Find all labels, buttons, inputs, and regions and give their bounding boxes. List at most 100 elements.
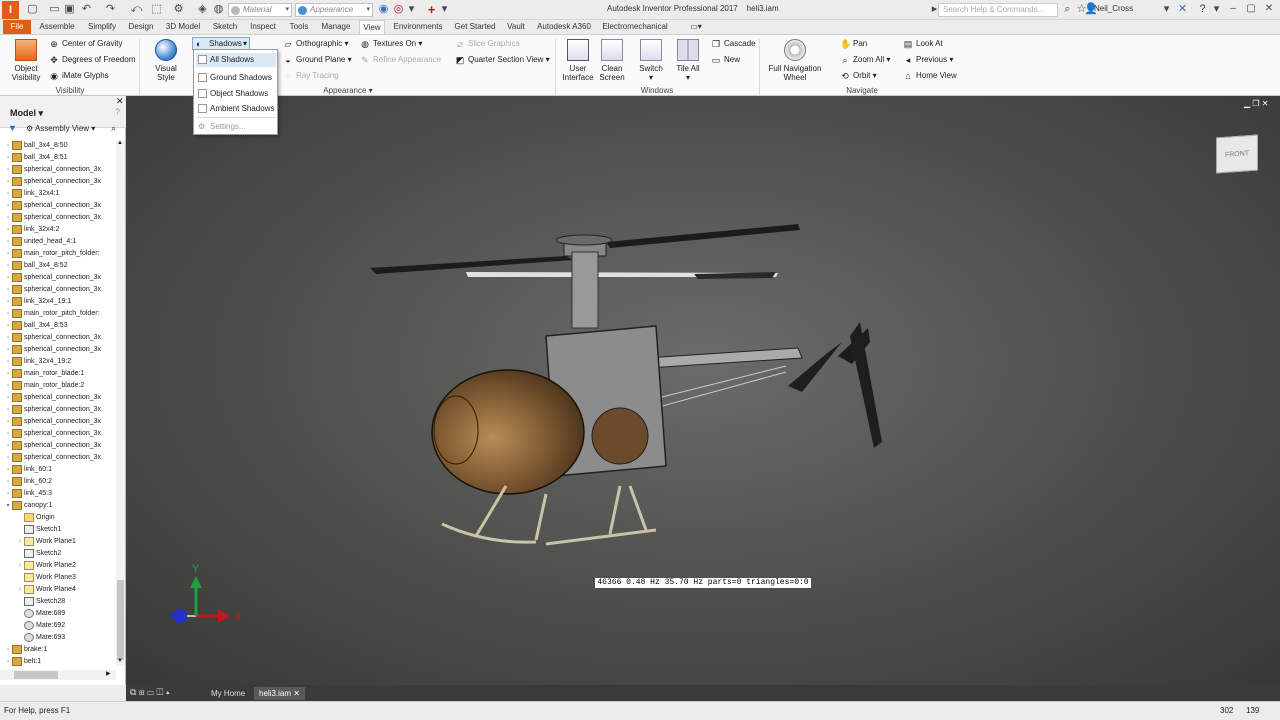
browser-node[interactable]: › Work Plane2 xyxy=(0,560,116,572)
expand-icon[interactable]: › xyxy=(4,164,12,176)
tab-3d-model[interactable]: 3D Model xyxy=(163,20,203,34)
update-icon[interactable]: ⚙ xyxy=(172,3,185,16)
expand-icon[interactable]: › xyxy=(4,644,12,656)
expand-icon[interactable]: › xyxy=(4,464,12,476)
expand-icon[interactable]: › xyxy=(4,428,12,440)
panel-options-icon[interactable]: ▭▾ xyxy=(685,20,707,34)
search-input[interactable]: Search Help & Commands... xyxy=(938,3,1058,17)
customize-icon[interactable]: ▾ xyxy=(438,3,451,16)
object-visibility-button[interactable]: Object Visibility xyxy=(8,39,44,82)
assembly-view-selector[interactable]: ⚙ Assembly View ▾ xyxy=(26,124,95,133)
expand-icon[interactable]: › xyxy=(4,476,12,488)
browser-node[interactable]: › spherical_connection_3x xyxy=(0,392,116,404)
browser-node[interactable]: › spherical_connection_3x xyxy=(0,284,116,296)
browser-node[interactable]: › ball_3x4_8:53 xyxy=(0,320,116,332)
browser-help-icon[interactable]: ? xyxy=(115,107,120,117)
expand-icon[interactable]: › xyxy=(4,452,12,464)
user-menu-icon[interactable]: ▾ xyxy=(1160,3,1173,16)
tile-all-button[interactable]: Tile All ▾ xyxy=(672,39,704,82)
expand-icon[interactable]: › xyxy=(4,236,12,248)
collapse-icon[interactable]: ▾ xyxy=(4,500,12,512)
user-interface-button[interactable]: User Interface xyxy=(560,39,596,82)
select-icon[interactable]: ⬚ xyxy=(150,3,163,16)
redo-icon[interactable]: ↷ xyxy=(104,3,117,16)
horizontal-scrollbar[interactable]: ▶ xyxy=(0,670,116,680)
browser-node[interactable]: › link_60:2 xyxy=(0,476,116,488)
tab-assemble[interactable]: Assemble xyxy=(37,20,77,34)
expand-icon[interactable]: › xyxy=(4,320,12,332)
textures-on-button[interactable]: ◍ Textures On ▾ xyxy=(360,39,422,49)
browser-title[interactable]: Model ▾ xyxy=(10,108,43,119)
browser-node[interactable]: › spherical_connection_3x xyxy=(0,332,116,344)
clear-icon[interactable]: ◎ xyxy=(392,3,405,16)
ray-tracing-button[interactable]: ◌ Ray Tracing xyxy=(283,71,338,81)
expand-icon[interactable]: › xyxy=(4,344,12,356)
tab-simplify[interactable]: Simplify xyxy=(84,20,120,34)
tab-get-started[interactable]: Get Started xyxy=(452,20,498,34)
expand-icon[interactable]: › xyxy=(4,368,12,380)
expand-icon[interactable]: › xyxy=(4,332,12,344)
object-shadows-option[interactable]: Object Shadows xyxy=(198,87,268,101)
look-at-button[interactable]: ▤ Look At xyxy=(903,39,943,49)
browser-node[interactable]: › link_60:1 xyxy=(0,464,116,476)
browser-node[interactable]: › ball_3x4_8:51 xyxy=(0,152,116,164)
tab-vault[interactable]: Vault xyxy=(503,20,529,34)
cascade-button[interactable]: ❐ Cascade xyxy=(711,39,756,49)
browser-node[interactable]: › brake:1 xyxy=(0,644,116,656)
expand-icon[interactable]: › xyxy=(4,224,12,236)
vertical-scrollbar[interactable]: ▲ ▼ xyxy=(116,140,125,666)
tab-file[interactable]: File xyxy=(3,20,31,34)
color-override-icon[interactable]: ◍ xyxy=(212,3,225,16)
tab-my-home[interactable]: My Home xyxy=(206,687,250,700)
switch-button[interactable]: Switch ▾ xyxy=(636,39,666,82)
close-icon[interactable]: ✕ xyxy=(293,689,300,698)
full-navigation-wheel-button[interactable]: Full Navigation Wheel xyxy=(764,39,826,82)
degrees-of-freedom-button[interactable]: ✥ Degrees of Freedom xyxy=(49,55,135,65)
ground-plane-button[interactable]: ◒ Ground Plane ▾ xyxy=(283,55,351,65)
expand-icon[interactable]: › xyxy=(4,308,12,320)
browser-node[interactable]: Sketch28 xyxy=(0,596,116,608)
helicopter-model[interactable]: X Y Z xyxy=(126,96,1280,685)
find-icon[interactable]: ⌕ xyxy=(111,123,116,134)
exchange-icon[interactable]: ✕ xyxy=(1176,3,1189,16)
user-name[interactable]: Neil_Cross xyxy=(1094,4,1133,13)
browser-node[interactable]: › united_head_4:1 xyxy=(0,236,116,248)
browser-node[interactable]: › spherical_connection_3x xyxy=(0,452,116,464)
search-icon[interactable]: ⌕ xyxy=(1061,3,1074,16)
all-shadows-option[interactable]: All Shadows xyxy=(196,53,276,67)
expand-icon[interactable]: › xyxy=(4,296,12,308)
browser-node[interactable]: › link_32x4_19:2 xyxy=(0,356,116,368)
ground-shadows-option[interactable]: Ground Shadows xyxy=(198,71,272,85)
tab-sketch[interactable]: Sketch xyxy=(209,20,241,34)
browser-node[interactable]: › spherical_connection_3x xyxy=(0,164,116,176)
browser-node[interactable]: Mate:693 xyxy=(0,632,116,644)
tab-manage[interactable]: Manage xyxy=(318,20,354,34)
clean-screen-button[interactable]: Clean Screen xyxy=(596,39,628,82)
save-icon[interactable]: ▣ xyxy=(63,3,76,16)
scroll-thumb[interactable] xyxy=(117,580,124,660)
expand-icon[interactable]: › xyxy=(4,404,12,416)
browser-node[interactable]: Mate:692 xyxy=(0,620,116,632)
browser-node[interactable]: › link_32x4:2 xyxy=(0,224,116,236)
browser-node[interactable]: › link_32x4_19:1 xyxy=(0,296,116,308)
browser-node[interactable]: › main_rotor_blade:1 xyxy=(0,368,116,380)
browser-node[interactable]: › spherical_connection_3x xyxy=(0,212,116,224)
tab-tools[interactable]: Tools xyxy=(284,20,314,34)
browser-node[interactable]: › ball_3x4_8:52 xyxy=(0,260,116,272)
browser-node[interactable]: › Work Plane1 xyxy=(0,536,116,548)
imate-glyphs-button[interactable]: ◉ iMate Glyphs xyxy=(49,71,109,81)
browser-node[interactable]: › spherical_connection_3x xyxy=(0,404,116,416)
expand-icon[interactable]: › xyxy=(4,356,12,368)
browser-node[interactable]: Sketch1 xyxy=(0,524,116,536)
properties-icon[interactable]: ◈ xyxy=(196,3,209,16)
browser-node[interactable]: › spherical_connection_3x xyxy=(0,272,116,284)
return-icon[interactable]: ⤺ xyxy=(130,3,143,16)
graphics-viewport[interactable]: ▁ ❐ ✕ FRONT ◎ ✋ ⌕ ⟲ ▤ xyxy=(126,96,1280,685)
slice-graphics-button[interactable]: ⧄ Slice Graphics xyxy=(455,39,519,49)
scroll-up-icon[interactable]: ▲ xyxy=(117,140,123,146)
browser-node[interactable]: › spherical_connection_3x xyxy=(0,176,116,188)
expand-icon[interactable]: › xyxy=(4,176,12,188)
visual-style-button[interactable]: Visual Style xyxy=(146,39,186,82)
browser-node[interactable]: Work Plane3 xyxy=(0,572,116,584)
scroll-right-icon[interactable]: ▶ xyxy=(106,670,111,677)
